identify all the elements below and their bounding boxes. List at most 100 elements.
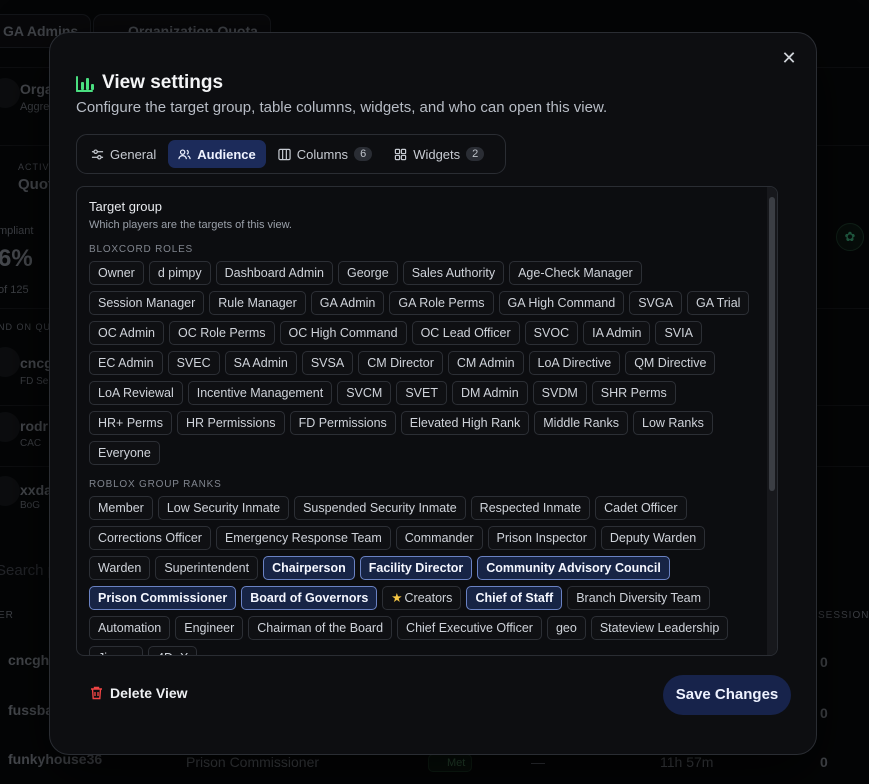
tab-audience-label: Audience xyxy=(197,146,256,162)
star-icon: ★ xyxy=(391,591,403,605)
role-chip[interactable]: SVOC xyxy=(524,321,579,345)
rank-chip[interactable]: Chief of Staff xyxy=(466,586,563,610)
role-chip[interactable]: OC High Command xyxy=(279,321,407,345)
rank-chip[interactable]: Stateview Leadership xyxy=(590,616,729,640)
dialog-subtitle: Configure the target group, table column… xyxy=(76,99,608,116)
settings-tabs: General Audience Columns 6 Widgets 2 xyxy=(76,134,506,174)
role-chip[interactable]: SVIA xyxy=(655,321,702,345)
role-chip[interactable]: SVDM xyxy=(532,381,587,405)
rank-chip[interactable]: Automation xyxy=(89,616,171,640)
role-chip[interactable]: LoA Directive xyxy=(528,351,621,375)
role-chip[interactable]: FD Permissions xyxy=(289,411,396,435)
trash-icon xyxy=(91,686,102,700)
role-chip[interactable]: Middle Ranks xyxy=(534,411,628,435)
rank-chip[interactable]: Community Advisory Council xyxy=(477,556,670,580)
rank-chip[interactable]: Emergency Response Team xyxy=(215,526,391,550)
rank-chip[interactable]: Jimmy xyxy=(89,646,144,655)
role-chip[interactable]: HR+ Perms xyxy=(89,411,172,435)
role-chip[interactable]: Dashboard Admin xyxy=(215,261,333,285)
role-chip[interactable]: IA Admin xyxy=(583,321,651,345)
rank-chip[interactable]: Superintendent xyxy=(155,556,259,580)
tab-columns[interactable]: Columns 6 xyxy=(268,140,382,168)
columns-icon xyxy=(278,148,291,160)
role-chip[interactable]: Low Ranks xyxy=(633,411,713,435)
tab-widgets-count: 2 xyxy=(466,147,485,161)
rank-chip[interactable]: Member xyxy=(89,496,153,520)
roblox-ranks-list: Member Low Security Inmate Suspended Secur… xyxy=(89,496,757,655)
role-chip[interactable]: OC Role Perms xyxy=(168,321,275,345)
role-chip[interactable]: SVET xyxy=(396,381,447,405)
tab-widgets-label: Widgets xyxy=(413,146,461,162)
role-chip[interactable]: George xyxy=(337,261,398,285)
target-group-panel: Target group Which players are the targe… xyxy=(76,186,778,656)
role-chip[interactable]: CM Admin xyxy=(447,351,524,375)
rank-chip[interactable]: Suspended Security Inmate xyxy=(294,496,466,520)
role-chip[interactable]: Everyone xyxy=(89,441,160,465)
rank-chip[interactable]: Chairperson xyxy=(263,556,355,580)
role-chip[interactable]: Age-Check Manager xyxy=(509,261,642,285)
rank-chip[interactable]: geo xyxy=(546,616,586,640)
role-chip[interactable]: d pimpy xyxy=(148,261,211,285)
role-chip[interactable]: SHR Perms xyxy=(591,381,676,405)
role-chip[interactable]: CM Director xyxy=(358,351,443,375)
rank-chip[interactable]: ★ Creators xyxy=(382,586,462,610)
role-chip[interactable]: Sales Authority xyxy=(402,261,505,285)
role-chip[interactable]: SVCM xyxy=(337,381,392,405)
role-chip[interactable]: LoA Reviewal xyxy=(89,381,183,405)
role-chip[interactable]: SVEC xyxy=(167,351,220,375)
role-chip[interactable]: GA High Command xyxy=(498,291,625,315)
role-chip[interactable]: Session Manager xyxy=(89,291,205,315)
rank-chip[interactable]: Commander xyxy=(395,526,483,550)
rank-chip[interactable]: Warden xyxy=(89,556,151,580)
rank-chip[interactable]: 4D_X xyxy=(148,646,198,655)
rank-chip[interactable]: Board of Governors xyxy=(241,586,378,610)
close-icon[interactable]: ✕ xyxy=(778,47,800,69)
role-chip[interactable]: SVSA xyxy=(301,351,354,375)
role-chip[interactable]: DM Admin xyxy=(452,381,528,405)
delete-view-button[interactable]: Delete View xyxy=(90,685,188,701)
rank-chip[interactable]: Low Security Inmate xyxy=(157,496,290,520)
rank-chip[interactable]: Facility Director xyxy=(359,556,473,580)
rank-chip[interactable]: Engineer xyxy=(175,616,244,640)
bloxcord-roles-label: BLOXCORD ROLES xyxy=(89,244,194,255)
rank-chip[interactable]: Prison Commissioner xyxy=(89,586,237,610)
sliders-icon xyxy=(91,148,104,160)
role-chip[interactable]: Rule Manager xyxy=(209,291,306,315)
rank-chip[interactable]: Corrections Officer xyxy=(89,526,211,550)
rank-chip[interactable]: Chairman of the Board xyxy=(248,616,393,640)
role-chip[interactable]: SVGA xyxy=(629,291,682,315)
role-chip[interactable]: GA Role Perms xyxy=(389,291,494,315)
target-group-subtitle: Which players are the targets of this vi… xyxy=(89,219,292,231)
dialog-header: View settings xyxy=(76,72,223,94)
rank-chip[interactable]: Respected Inmate xyxy=(470,496,591,520)
tab-general[interactable]: General xyxy=(81,140,166,168)
users-icon xyxy=(178,148,191,159)
role-chip[interactable]: OC Admin xyxy=(89,321,164,345)
bloxcord-roles-list: Owner d pimpy Dashboard Admin George Sales A… xyxy=(89,261,757,465)
role-chip[interactable]: QM Directive xyxy=(625,351,716,375)
rank-chip[interactable]: Branch Diversity Team xyxy=(567,586,711,610)
role-chip[interactable]: GA Trial xyxy=(686,291,750,315)
role-chip[interactable]: Owner xyxy=(89,261,144,285)
role-chip[interactable]: EC Admin xyxy=(89,351,163,375)
role-chip[interactable]: Elevated High Rank xyxy=(400,411,530,435)
role-chip[interactable]: SA Admin xyxy=(224,351,297,375)
role-chip[interactable]: Incentive Management xyxy=(187,381,333,405)
tab-widgets[interactable]: Widgets 2 xyxy=(384,140,494,168)
rank-chip[interactable]: Deputy Warden xyxy=(600,526,706,550)
save-changes-button[interactable]: Save Changes xyxy=(663,675,791,715)
role-chip[interactable]: OC Lead Officer xyxy=(411,321,520,345)
target-group-title: Target group xyxy=(89,199,162,214)
tab-columns-label: Columns xyxy=(296,146,349,162)
rank-chip[interactable]: Chief Executive Officer xyxy=(397,616,542,640)
role-chip[interactable]: GA Admin xyxy=(310,291,385,315)
scrollbar[interactable] xyxy=(767,187,777,655)
role-chip[interactable]: HR Permissions xyxy=(176,411,285,435)
tab-audience[interactable]: Audience xyxy=(168,140,266,168)
bar-chart-icon xyxy=(76,74,94,92)
view-settings-dialog: ✕ View settings Configure the target gro… xyxy=(49,32,817,755)
rank-chip[interactable]: Prison Inspector xyxy=(487,526,596,550)
scrollbar-thumb[interactable] xyxy=(769,197,775,491)
rank-chip[interactable]: Cadet Officer xyxy=(595,496,687,520)
tab-columns-count: 6 xyxy=(354,147,373,161)
